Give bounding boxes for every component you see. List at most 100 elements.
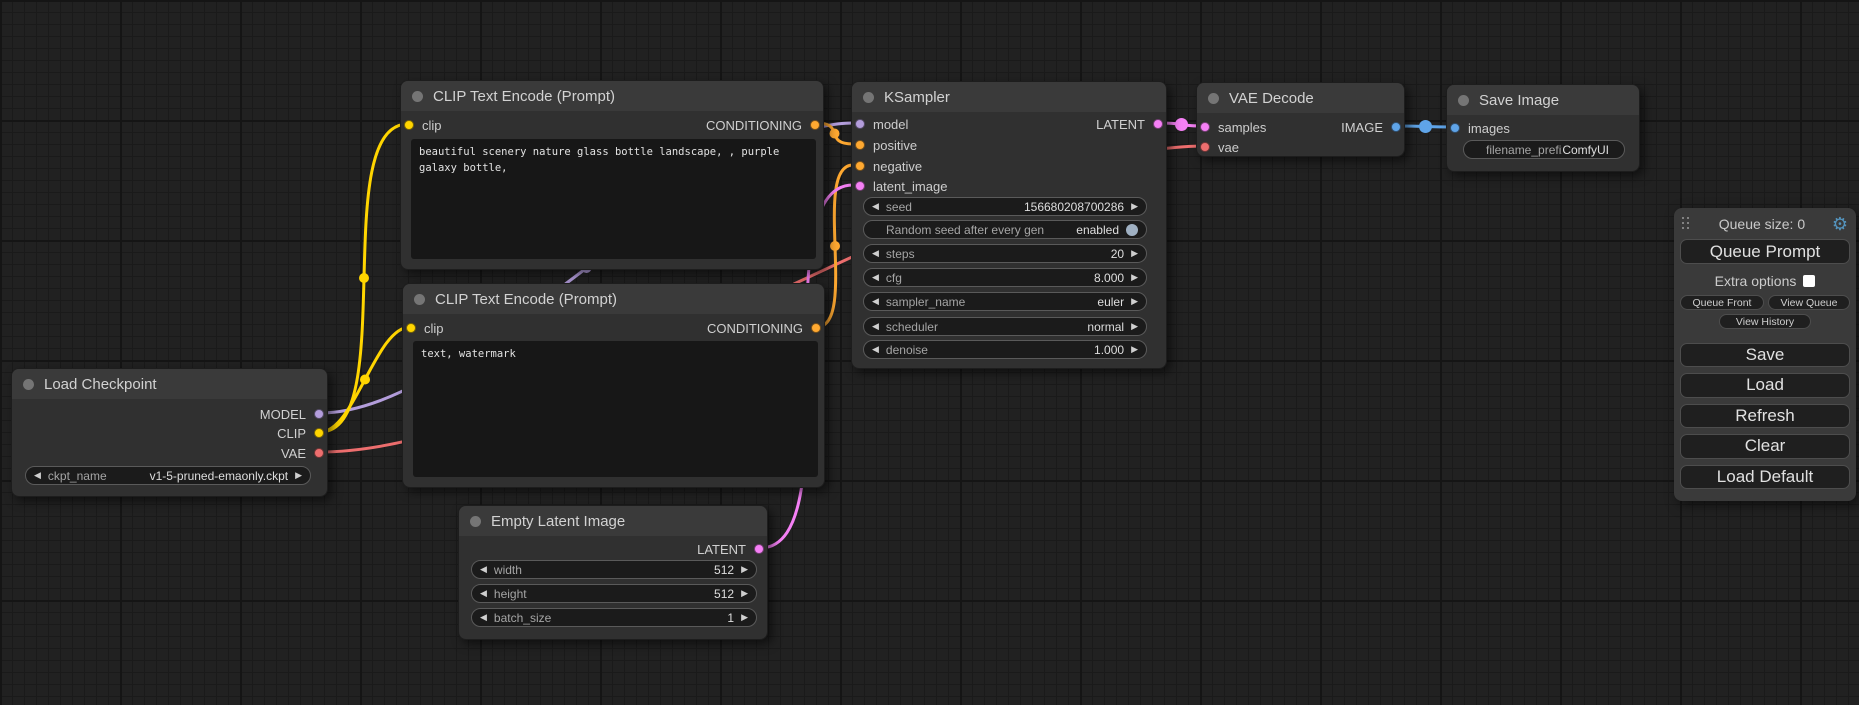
output-latent[interactable]: LATENT [1096, 117, 1163, 131]
decrement-arrow-icon[interactable]: ◀ [480, 589, 487, 598]
latent-output-dot[interactable] [754, 544, 764, 554]
random-seed-toggle-widget[interactable]: Random seed after every gen enabled [863, 220, 1147, 239]
decrement-arrow-icon[interactable]: ◀ [480, 565, 487, 574]
scheduler-widget[interactable]: ◀ scheduler normal ▶ [863, 317, 1147, 336]
conditioning-input-dot[interactable] [855, 140, 865, 150]
load-default-button[interactable]: Load Default [1680, 465, 1850, 489]
model-input-dot[interactable] [855, 119, 865, 129]
collapse-dot-icon[interactable] [470, 516, 481, 527]
refresh-button[interactable]: Refresh [1680, 404, 1850, 428]
input-negative[interactable]: negative [855, 159, 922, 173]
increment-arrow-icon[interactable]: ▶ [1131, 202, 1138, 211]
output-clip[interactable]: CLIP [277, 426, 324, 440]
collapse-dot-icon[interactable] [1458, 95, 1469, 106]
queue-panel[interactable]: Queue size: 0 ⚙ Queue Prompt Extra optio… [1674, 208, 1856, 501]
ckpt-name-widget[interactable]: ◀ ckpt_name v1-5-pruned-emaonly.ckpt ▶ [25, 466, 311, 485]
collapse-dot-icon[interactable] [23, 379, 34, 390]
increment-arrow-icon[interactable]: ▶ [1131, 297, 1138, 306]
sampler-name-widget[interactable]: ◀ sampler_name euler ▶ [863, 292, 1147, 311]
input-model[interactable]: model [855, 117, 908, 131]
cfg-widget[interactable]: ◀ cfg 8.000 ▶ [863, 268, 1147, 287]
batch-size-widget[interactable]: ◀ batch_size 1 ▶ [471, 608, 757, 627]
conditioning-input-dot[interactable] [855, 161, 865, 171]
toggle-knob-icon[interactable] [1126, 224, 1138, 236]
collapse-dot-icon[interactable] [414, 294, 425, 305]
queue-front-button[interactable]: Queue Front [1680, 295, 1764, 310]
clear-button[interactable]: Clear [1680, 434, 1850, 458]
latent-input-dot[interactable] [855, 181, 865, 191]
node-header[interactable]: CLIP Text Encode (Prompt) [403, 284, 824, 314]
node-vae-decode[interactable]: VAE Decode samples vae IMAGE [1196, 82, 1405, 157]
extra-options-checkbox[interactable] [1803, 275, 1815, 287]
output-image[interactable]: IMAGE [1341, 120, 1401, 134]
node-header[interactable]: Empty Latent Image [459, 506, 767, 536]
model-output-dot[interactable] [314, 409, 324, 419]
node-load-checkpoint[interactable]: Load Checkpoint MODEL CLIP VAE ◀ ckpt_na… [11, 368, 328, 497]
decrement-arrow-icon[interactable]: ◀ [872, 345, 879, 354]
increment-arrow-icon[interactable]: ▶ [1131, 345, 1138, 354]
conditioning-output-dot[interactable] [810, 120, 820, 130]
view-history-button[interactable]: View History [1719, 314, 1811, 328]
decrement-arrow-icon[interactable]: ◀ [872, 273, 879, 282]
input-clip[interactable]: clip [406, 321, 444, 335]
seed-widget[interactable]: ◀ seed 156680208700286 ▶ [863, 197, 1147, 216]
node-ksampler[interactable]: KSampler model positive negative latent_… [851, 81, 1167, 369]
drag-handle-icon[interactable] [1682, 217, 1692, 232]
steps-widget[interactable]: ◀ steps 20 ▶ [863, 244, 1147, 263]
input-images[interactable]: images [1450, 121, 1510, 135]
graph-canvas[interactable]: Load Checkpoint MODEL CLIP VAE ◀ ckpt_na… [0, 0, 1859, 705]
node-header[interactable]: CLIP Text Encode (Prompt) [401, 81, 823, 111]
height-widget[interactable]: ◀ height 512 ▶ [471, 584, 757, 603]
decrement-arrow-icon[interactable]: ◀ [34, 471, 41, 480]
collapse-dot-icon[interactable] [412, 91, 423, 102]
output-conditioning[interactable]: CONDITIONING [706, 118, 820, 132]
output-vae[interactable]: VAE [281, 446, 324, 460]
vae-input-dot[interactable] [1200, 142, 1210, 152]
node-save-image[interactable]: Save Image images filename_prefix ComfyU… [1446, 84, 1640, 172]
node-clip-text-encode-negative[interactable]: CLIP Text Encode (Prompt) clip CONDITION… [402, 283, 825, 488]
collapse-dot-icon[interactable] [1208, 93, 1219, 104]
node-header[interactable]: KSampler [852, 82, 1166, 112]
increment-arrow-icon[interactable]: ▶ [1131, 249, 1138, 258]
increment-arrow-icon[interactable]: ▶ [295, 471, 302, 480]
node-empty-latent-image[interactable]: Empty Latent Image LATENT ◀ width 512 ▶ … [458, 505, 768, 640]
output-latent[interactable]: LATENT [697, 542, 764, 556]
decrement-arrow-icon[interactable]: ◀ [872, 297, 879, 306]
output-model[interactable]: MODEL [260, 407, 324, 421]
clip-output-dot[interactable] [314, 428, 324, 438]
input-vae[interactable]: vae [1200, 140, 1239, 154]
increment-arrow-icon[interactable]: ▶ [1131, 322, 1138, 331]
latent-output-dot[interactable] [1153, 119, 1163, 129]
clip-input-dot[interactable] [404, 120, 414, 130]
filename-prefix-widget[interactable]: filename_prefix ComfyUI [1463, 140, 1625, 159]
node-clip-text-encode-positive[interactable]: CLIP Text Encode (Prompt) clip CONDITION… [400, 80, 824, 270]
image-input-dot[interactable] [1450, 123, 1460, 133]
node-header[interactable]: VAE Decode [1197, 83, 1404, 113]
settings-gear-icon[interactable]: ⚙ [1832, 215, 1848, 233]
width-widget[interactable]: ◀ width 512 ▶ [471, 560, 757, 579]
vae-output-dot[interactable] [314, 448, 324, 458]
view-queue-button[interactable]: View Queue [1768, 295, 1850, 310]
latent-input-dot[interactable] [1200, 122, 1210, 132]
output-conditioning[interactable]: CONDITIONING [707, 321, 821, 335]
node-header[interactable]: Save Image [1447, 85, 1639, 115]
conditioning-output-dot[interactable] [811, 323, 821, 333]
decrement-arrow-icon[interactable]: ◀ [872, 202, 879, 211]
load-button[interactable]: Load [1680, 373, 1850, 397]
increment-arrow-icon[interactable]: ▶ [741, 565, 748, 574]
input-clip[interactable]: clip [404, 118, 442, 132]
increment-arrow-icon[interactable]: ▶ [1131, 273, 1138, 282]
increment-arrow-icon[interactable]: ▶ [741, 613, 748, 622]
denoise-widget[interactable]: ◀ denoise 1.000 ▶ [863, 340, 1147, 359]
clip-input-dot[interactable] [406, 323, 416, 333]
queue-prompt-button[interactable]: Queue Prompt [1680, 239, 1850, 264]
node-header[interactable]: Load Checkpoint [12, 369, 327, 399]
input-positive[interactable]: positive [855, 138, 917, 152]
decrement-arrow-icon[interactable]: ◀ [872, 249, 879, 258]
decrement-arrow-icon[interactable]: ◀ [480, 613, 487, 622]
collapse-dot-icon[interactable] [863, 92, 874, 103]
increment-arrow-icon[interactable]: ▶ [741, 589, 748, 598]
negative-prompt-textarea[interactable]: text, watermark [413, 341, 818, 477]
image-output-dot[interactable] [1391, 122, 1401, 132]
save-button[interactable]: Save [1680, 343, 1850, 367]
